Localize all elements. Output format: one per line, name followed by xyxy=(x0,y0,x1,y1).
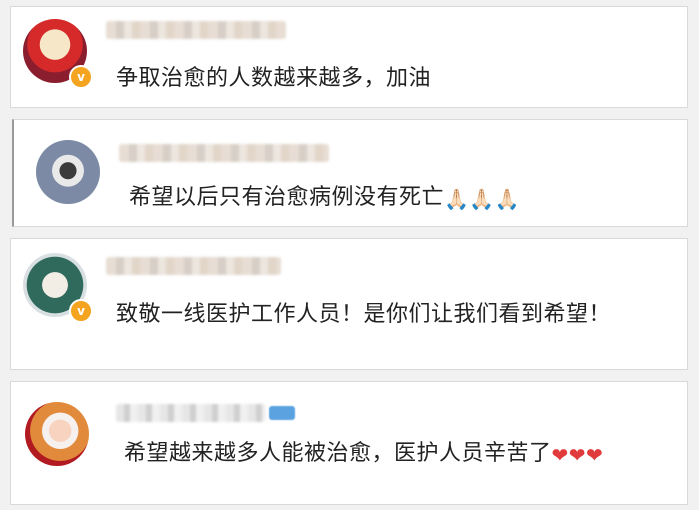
comment-text-container: 希望越来越多人能被治愈，医护人员辛苦了❤❤❤ xyxy=(124,434,679,475)
verified-badge-icon: v xyxy=(69,65,93,89)
comment-card: v 致敬一线医护工作人员！是你们让我们看到希望！ xyxy=(10,238,688,370)
blurred-username xyxy=(116,404,266,422)
comment-text-container: 希望以后只有治愈病例没有死亡🙏🏻🙏🏻🙏🏻 xyxy=(129,178,679,219)
comment-text: 希望越来越多人能被治愈，医护人员辛苦了 xyxy=(124,441,552,466)
verified-badge-icon: v xyxy=(69,299,93,323)
avatar[interactable] xyxy=(36,140,100,204)
blurred-username xyxy=(106,21,286,39)
blurred-username xyxy=(106,257,281,275)
level-tag-icon xyxy=(269,406,295,420)
comment-card: v 争取治愈的人数越来越多，加油 xyxy=(10,6,688,108)
heart-emoji-icon: ❤❤❤ xyxy=(551,443,604,467)
comment-text: 争取治愈的人数越来越多，加油 xyxy=(116,66,432,91)
avatar[interactable] xyxy=(25,402,89,466)
comment-card: 希望越来越多人能被治愈，医护人员辛苦了❤❤❤ xyxy=(10,381,688,505)
comment-text: 希望以后只有治愈病例没有死亡 xyxy=(129,185,445,210)
comment-card: 希望以后只有治愈病例没有死亡🙏🏻🙏🏻🙏🏻 xyxy=(12,119,688,227)
comment-text: 致敬一线医护工作人员！是你们让我们看到希望！ xyxy=(116,302,612,327)
blurred-username xyxy=(119,144,329,162)
pray-emoji-icon: 🙏🏻🙏🏻🙏🏻 xyxy=(444,187,521,211)
